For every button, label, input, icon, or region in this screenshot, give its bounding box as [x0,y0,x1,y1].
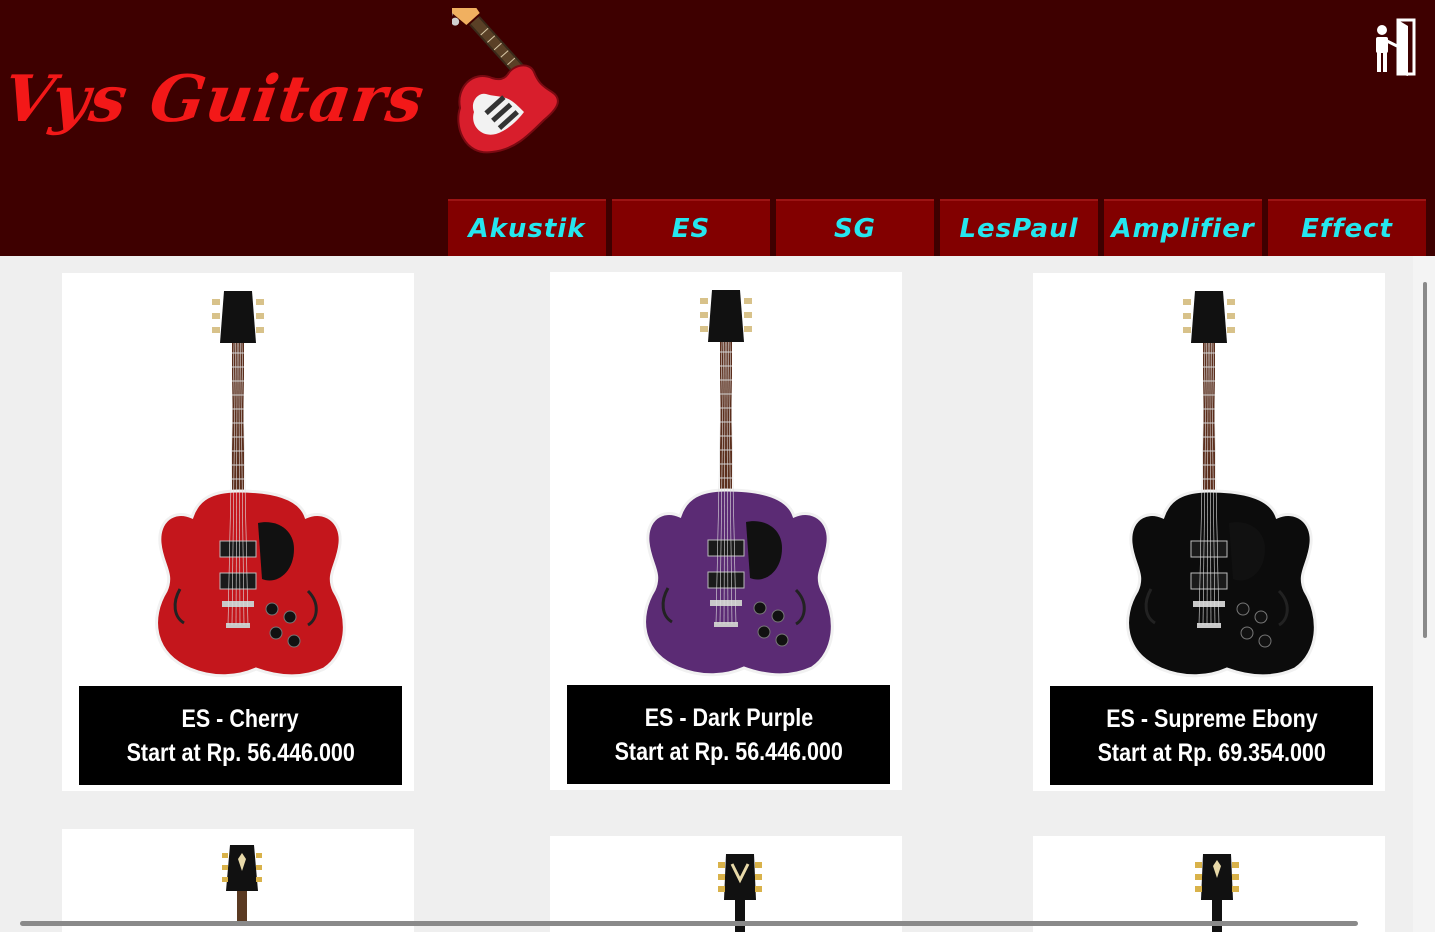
product-card[interactable]: ES - Dark Purple Start at Rp. 56.446.000 [550,272,902,790]
product-caption: ES - Supreme Ebony Start at Rp. 69.354.0… [1050,686,1373,785]
horizontal-scrollbar-thumb[interactable] [20,921,1358,926]
brand-logo-text[interactable]: Vys Guitars [0,62,429,137]
site-header: Vys Guitars Akustik ES SG LesPaul Amplif… [0,0,1435,256]
product-card[interactable] [550,836,902,932]
product-card[interactable] [1033,836,1385,932]
product-name: ES - Dark Purple [644,703,813,732]
product-price: Start at Rp. 56.446.000 [126,738,355,767]
product-price: Start at Rp. 69.354.000 [1097,738,1326,767]
nav-tab-es[interactable]: ES [612,199,770,256]
product-price: Start at Rp. 56.446.000 [614,737,843,766]
nav-tab-amplifier[interactable]: Amplifier [1104,199,1262,256]
product-name: ES - Cherry [181,704,300,733]
guitar-product-image [643,290,834,677]
guitar-product-image [1126,291,1317,678]
exit-door-icon[interactable] [1370,16,1418,78]
product-caption: ES - Dark Purple Start at Rp. 56.446.000 [567,685,890,784]
guitar-product-image [155,291,346,678]
vertical-scrollbar-thumb[interactable] [1423,282,1427,638]
vertical-scrollbar[interactable] [1413,256,1435,932]
category-nav: Akustik ES SG LesPaul Amplifier Effect [448,199,1426,256]
product-name: ES - Supreme Ebony [1105,704,1318,733]
product-card[interactable] [62,829,414,932]
guitar-headstock-image [1195,854,1239,932]
nav-tab-sg[interactable]: SG [776,199,934,256]
product-caption: ES - Cherry Start at Rp. 56.446.000 [79,686,402,785]
nav-tab-lespaul[interactable]: LesPaul [940,199,1098,256]
product-card[interactable]: ES - Cherry Start at Rp. 56.446.000 [62,273,414,791]
nav-tab-akustik[interactable]: Akustik [448,199,606,256]
guitar-headstock-image [718,854,762,932]
electric-guitar-icon [452,8,559,154]
product-card[interactable]: ES - Supreme Ebony Start at Rp. 69.354.0… [1033,273,1385,791]
nav-tab-effect[interactable]: Effect [1268,199,1426,256]
guitar-headstock-image [222,845,262,925]
